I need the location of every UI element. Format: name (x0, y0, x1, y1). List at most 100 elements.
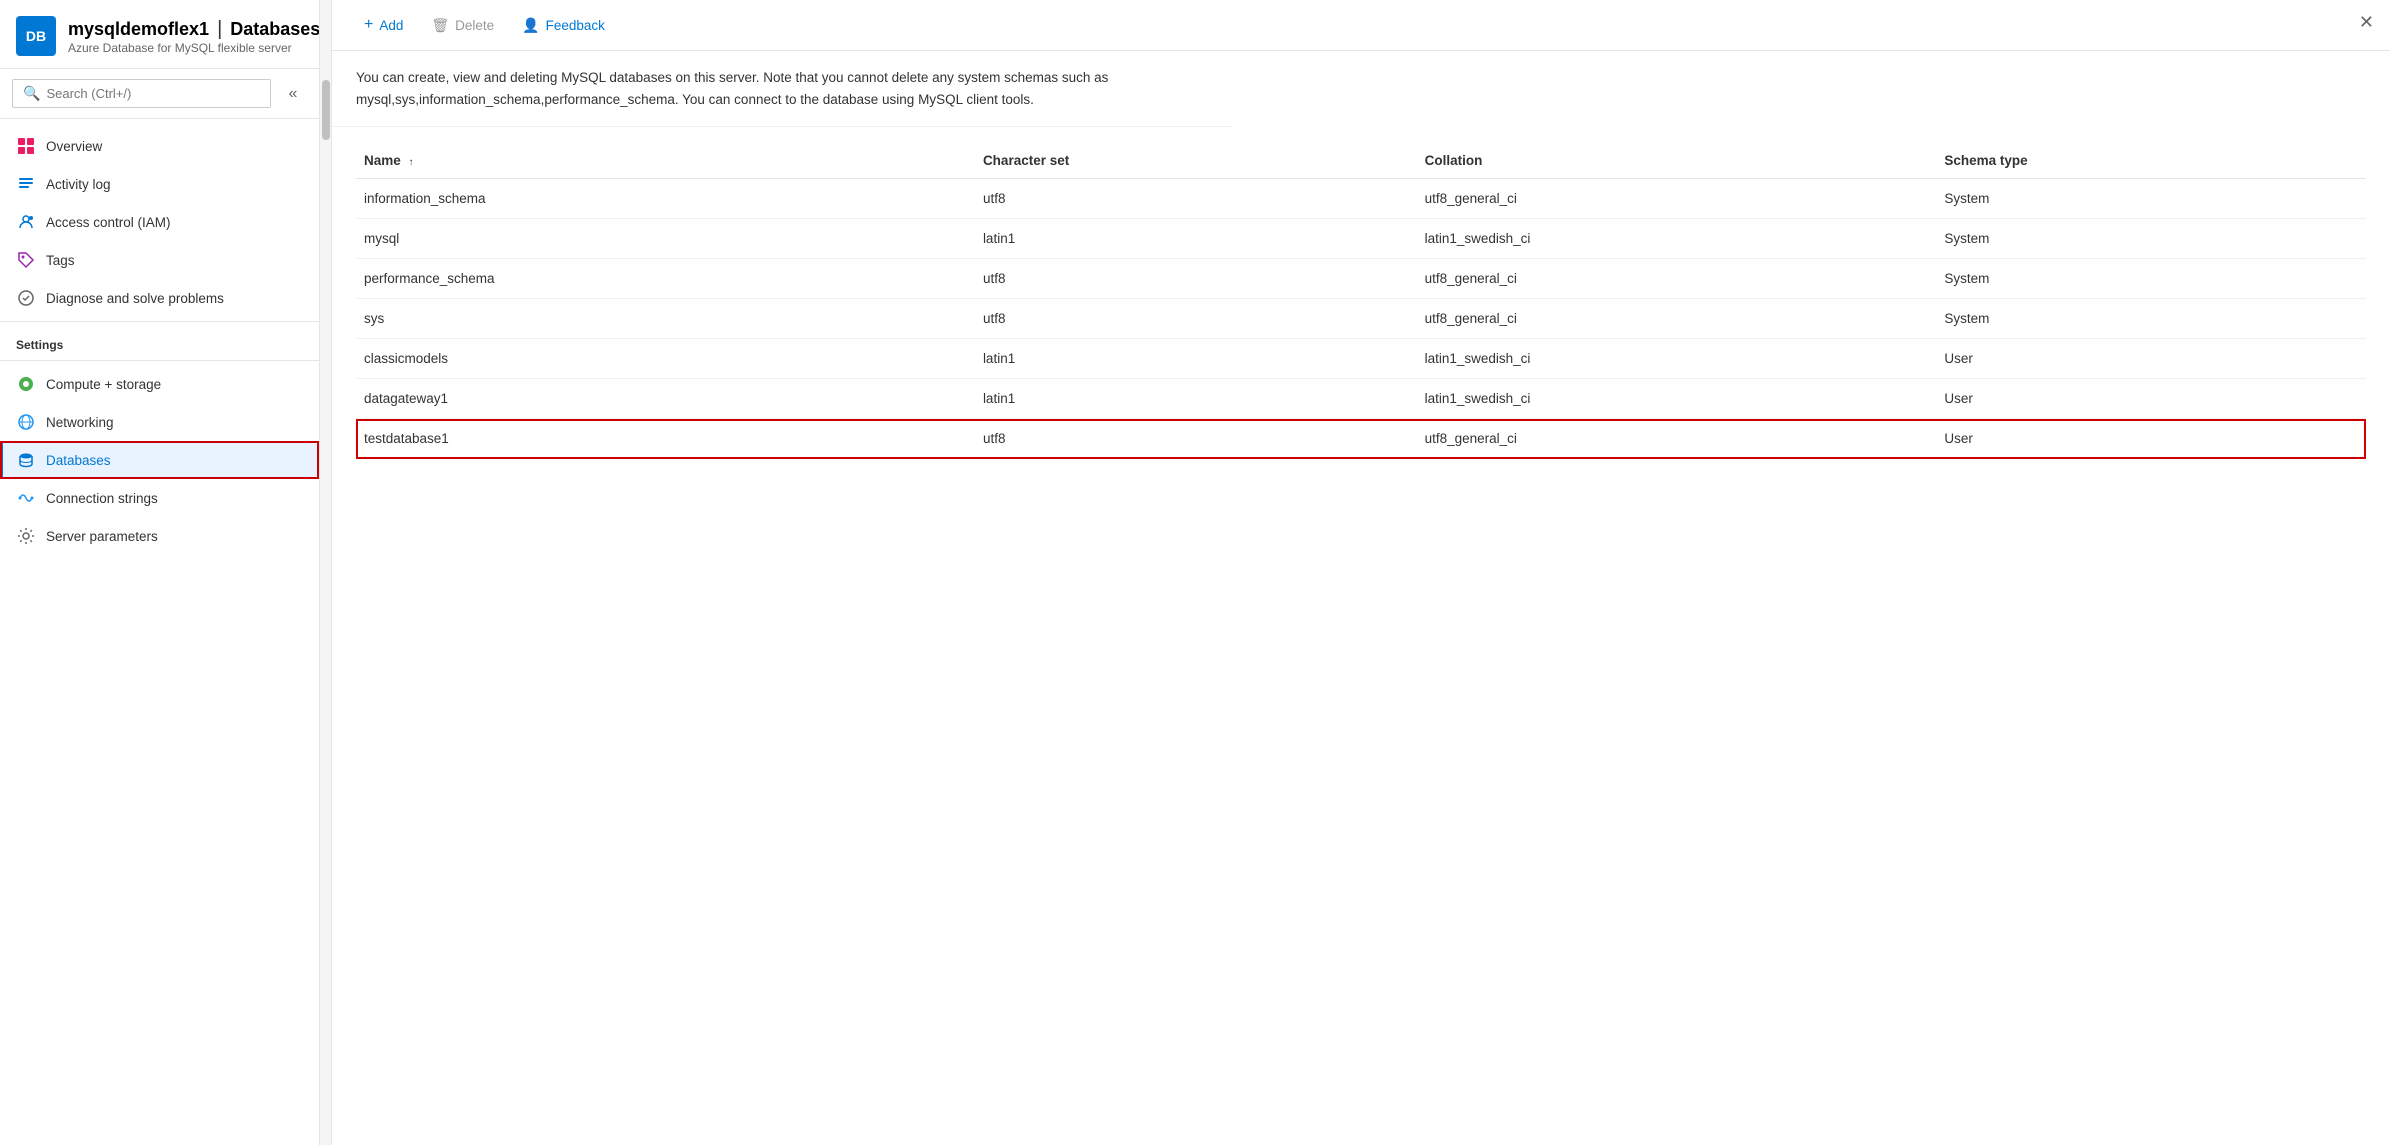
sidebar-item-networking[interactable]: Networking (0, 403, 319, 441)
table-row[interactable]: information_schemautf8utf8_general_ciSys… (356, 179, 2366, 219)
sidebar-item-activity-log[interactable]: Activity log (0, 165, 319, 203)
cell-name: information_schema (356, 179, 975, 219)
table-row[interactable]: performance_schemautf8utf8_general_ciSys… (356, 259, 2366, 299)
main-content: + Add 🗑 Delete 👤 Feedback You can create… (332, 0, 2390, 1145)
cell-character_set: utf8 (975, 179, 1417, 219)
cell-collation: utf8_general_ci (1417, 299, 1937, 339)
cell-schema_type: System (1936, 259, 2366, 299)
settings-section-label: Settings (0, 326, 319, 356)
cell-collation: latin1_swedish_ci (1417, 379, 1937, 419)
table-body: information_schemautf8utf8_general_ciSys… (356, 179, 2366, 459)
sidebar-nav: Overview Activity log Access control (IA… (0, 119, 319, 1145)
description-text: You can create, view and deleting MySQL … (332, 51, 1232, 127)
cell-character_set: utf8 (975, 299, 1417, 339)
sidebar: DB mysqldemoflex1 | Databases ··· Azure … (0, 0, 320, 1145)
sidebar-item-diagnose[interactable]: Diagnose and solve problems (0, 279, 319, 317)
search-box[interactable]: 🔍 (12, 79, 271, 108)
cell-schema_type: User (1936, 419, 2366, 459)
cell-schema_type: System (1936, 219, 2366, 259)
table-row[interactable]: sysutf8utf8_general_ciSystem (356, 299, 2366, 339)
cell-name: sys (356, 299, 975, 339)
sidebar-search-area: 🔍 « (0, 69, 319, 119)
cell-name: classicmodels (356, 339, 975, 379)
connection-strings-icon (16, 488, 36, 508)
cell-character_set: latin1 (975, 379, 1417, 419)
sidebar-item-tags[interactable]: Tags (0, 241, 319, 279)
sidebar-item-connection-strings[interactable]: Connection strings (0, 479, 319, 517)
sidebar-item-label: Access control (IAM) (46, 215, 171, 230)
cell-schema_type: System (1936, 179, 2366, 219)
sidebar-item-databases[interactable]: Databases (0, 441, 319, 479)
sidebar-header: DB mysqldemoflex1 | Databases ··· Azure … (0, 0, 319, 69)
resource-name: mysqldemoflex1 (68, 19, 209, 40)
sidebar-item-compute-storage[interactable]: Compute + storage (0, 365, 319, 403)
col-header-collation: Collation (1417, 143, 1937, 179)
col-header-schema-type: Schema type (1936, 143, 2366, 179)
table-row[interactable]: classicmodelslatin1latin1_swedish_ciUser (356, 339, 2366, 379)
activity-log-icon (16, 174, 36, 194)
cell-collation: latin1_swedish_ci (1417, 339, 1937, 379)
collapse-sidebar-button[interactable]: « (279, 80, 307, 108)
server-parameters-icon (16, 526, 36, 546)
cell-schema_type: User (1936, 339, 2366, 379)
search-icon: 🔍 (23, 85, 40, 102)
sidebar-header-text: mysqldemoflex1 | Databases ··· Azure Dat… (68, 18, 320, 55)
table-row[interactable]: datagateway1latin1latin1_swedish_ciUser (356, 379, 2366, 419)
cell-collation: utf8_general_ci (1417, 179, 1937, 219)
sidebar-item-label: Tags (46, 253, 75, 268)
cell-character_set: latin1 (975, 339, 1417, 379)
scrollbar-thumb[interactable] (322, 80, 330, 140)
sidebar-item-label: Diagnose and solve problems (46, 291, 224, 306)
sidebar-item-label: Activity log (46, 177, 111, 192)
sidebar-scrollbar[interactable] (320, 0, 332, 1145)
databases-icon (16, 450, 36, 470)
add-icon: + (364, 16, 373, 34)
table-header: Name ↑ Character set Collation Schema ty… (356, 143, 2366, 179)
databases-table: Name ↑ Character set Collation Schema ty… (356, 143, 2366, 459)
sidebar-item-label: Server parameters (46, 529, 158, 544)
add-button[interactable]: + Add (352, 10, 415, 40)
cell-collation: latin1_swedish_ci (1417, 219, 1937, 259)
delete-button[interactable]: 🗑 Delete (419, 11, 506, 40)
sidebar-item-overview[interactable]: Overview (0, 127, 319, 165)
cell-schema_type: System (1936, 299, 2366, 339)
cell-collation: utf8_general_ci (1417, 259, 1937, 299)
search-input[interactable] (46, 86, 260, 101)
sort-icon-name: ↑ (409, 157, 414, 168)
table-row[interactable]: mysqllatin1latin1_swedish_ciSystem (356, 219, 2366, 259)
col-header-name[interactable]: Name ↑ (356, 143, 975, 179)
sidebar-item-access-control[interactable]: Access control (IAM) (0, 203, 319, 241)
page-name: Databases (230, 19, 320, 40)
toolbar: + Add 🗑 Delete 👤 Feedback (332, 0, 2390, 51)
cell-name: testdatabase1 (356, 419, 975, 459)
delete-icon: 🗑 (431, 17, 449, 34)
table-row[interactable]: testdatabase1utf8utf8_general_ciUser (356, 419, 2366, 459)
tags-icon (16, 250, 36, 270)
cell-name: mysql (356, 219, 975, 259)
col-header-character-set: Character set (975, 143, 1417, 179)
cell-name: performance_schema (356, 259, 975, 299)
feedback-button[interactable]: 👤 Feedback (510, 11, 617, 40)
nav-divider (0, 321, 319, 322)
sidebar-item-label: Databases (46, 453, 111, 468)
sidebar-item-label: Connection strings (46, 491, 158, 506)
cell-character_set: latin1 (975, 219, 1417, 259)
networking-icon (16, 412, 36, 432)
nav-divider-2 (0, 360, 319, 361)
sidebar-item-label: Networking (46, 415, 114, 430)
cell-collation: utf8_general_ci (1417, 419, 1937, 459)
access-control-icon (16, 212, 36, 232)
cell-schema_type: User (1936, 379, 2366, 419)
sidebar-item-label: Overview (46, 139, 102, 154)
databases-table-container: Name ↑ Character set Collation Schema ty… (332, 127, 2390, 1145)
cell-character_set: utf8 (975, 419, 1417, 459)
compute-icon (16, 374, 36, 394)
cell-character_set: utf8 (975, 259, 1417, 299)
diagnose-icon (16, 288, 36, 308)
sidebar-item-server-parameters[interactable]: Server parameters (0, 517, 319, 555)
cell-name: datagateway1 (356, 379, 975, 419)
resource-icon: DB (16, 16, 56, 56)
close-button[interactable]: ✕ (2359, 12, 2374, 33)
sidebar-item-label: Compute + storage (46, 377, 161, 392)
feedback-icon: 👤 (522, 17, 539, 34)
